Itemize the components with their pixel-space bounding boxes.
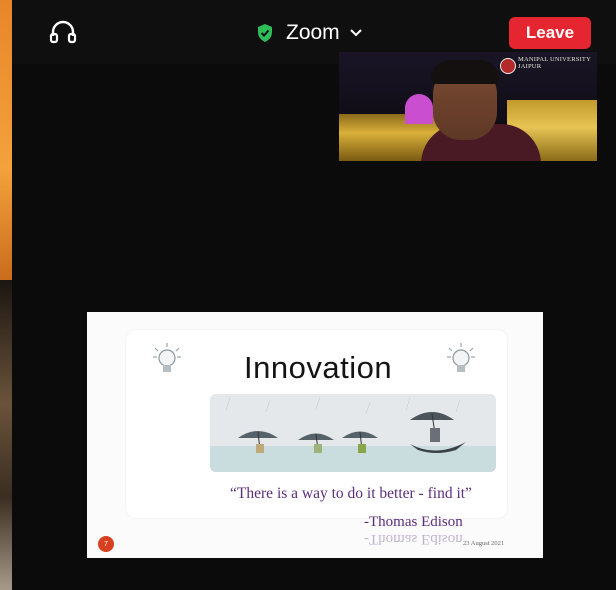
slide-author-reflection: -Thomas Edison xyxy=(364,531,463,547)
shared-screen-slide: Innovation “There is a way to do it bett… xyxy=(87,312,543,558)
slide-card: Innovation “There is a way to do it bett… xyxy=(126,330,507,547)
background-edge xyxy=(0,0,12,590)
video-overlay-org: MANIPAL UNIVERSITY JAIPUR xyxy=(518,56,591,70)
slide-title: Innovation xyxy=(244,350,393,385)
leave-button[interactable]: Leave xyxy=(509,17,591,49)
participant-video[interactable]: MANIPAL UNIVERSITY JAIPUR xyxy=(339,52,597,161)
shield-check-icon xyxy=(258,24,272,42)
edge-top xyxy=(0,0,12,280)
slide-author: -Thomas Edison xyxy=(364,514,463,530)
slide-page-number: 7 xyxy=(98,536,114,552)
lightbulb-icon xyxy=(153,343,181,372)
university-logo-icon xyxy=(500,58,516,74)
chevron-down-icon xyxy=(349,29,362,37)
slide-date: 23 August 2021 xyxy=(463,540,505,547)
video-building-tower xyxy=(405,94,433,124)
edge-bottom xyxy=(0,280,12,590)
lightbulb-icon xyxy=(447,343,475,372)
zoom-meeting-screen: Zoom Leave MANIPAL UNIVERSITY JAIPUR Inn… xyxy=(0,0,616,590)
umbrellas-illustration xyxy=(210,394,496,472)
headset-icon[interactable] xyxy=(48,20,78,46)
slide-quote: “There is a way to do it better - find i… xyxy=(230,485,472,502)
meeting-title-button[interactable]: Zoom xyxy=(256,19,362,47)
app-name: Zoom xyxy=(286,21,340,44)
video-person-hair xyxy=(431,60,499,84)
